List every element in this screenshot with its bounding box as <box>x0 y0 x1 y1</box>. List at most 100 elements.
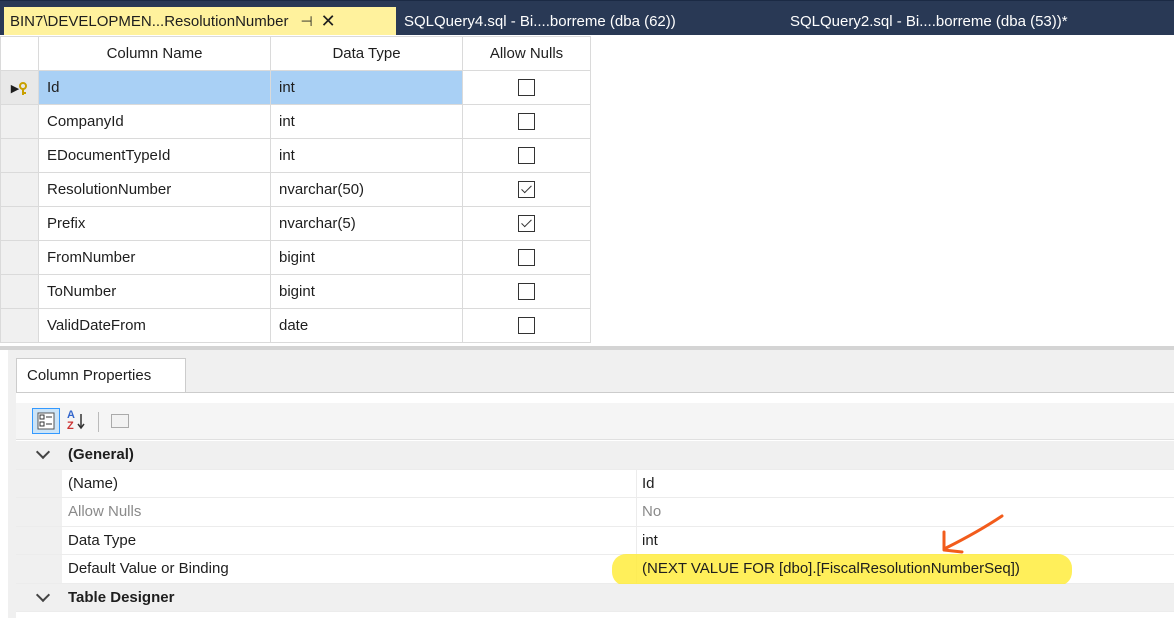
property-grid: A Z (General) (Name) Id Allow Nulls No Data T… <box>16 392 1174 619</box>
row-selector-header <box>0 36 39 71</box>
property-divider <box>636 526 637 554</box>
sort-alphabetical-icon: A Z <box>67 410 85 432</box>
tab-column-properties[interactable]: Column Properties <box>16 358 186 392</box>
data-type-cell[interactable]: bigint <box>270 274 463 309</box>
table-row[interactable]: ToNumber bigint <box>0 274 591 309</box>
property-value[interactable]: Id <box>642 475 655 492</box>
property-pages-icon <box>111 414 129 428</box>
pin-icon[interactable]: ⊣ <box>300 13 312 30</box>
row-selector[interactable] <box>0 274 39 309</box>
grid-header-row: Column Name Data Type Allow Nulls <box>0 36 591 71</box>
property-pages-button[interactable] <box>106 408 134 434</box>
row-selector[interactable] <box>0 240 39 275</box>
categorized-icon <box>37 412 55 430</box>
data-type-cell[interactable]: nvarchar(5) <box>270 206 463 241</box>
property-category[interactable]: (General) <box>16 441 1174 470</box>
document-tab-strip: BIN7\DEVELOPMEN...ResolutionNumber ⊣ ✕ S… <box>0 0 1174 35</box>
property-gutter <box>16 526 62 554</box>
property-divider <box>636 469 637 497</box>
row-selector[interactable] <box>0 104 39 139</box>
table-row[interactable]: EDocumentTypeId int <box>0 138 591 173</box>
allow-nulls-checkbox[interactable] <box>518 79 535 97</box>
column-name-cell[interactable]: EDocumentTypeId <box>38 138 271 173</box>
row-selector[interactable] <box>0 138 39 173</box>
property-label: Default Value or Binding <box>68 560 229 577</box>
allow-nulls-checkbox[interactable] <box>518 283 535 301</box>
chevron-down-icon[interactable] <box>35 444 51 460</box>
allow-nulls-checkbox[interactable] <box>518 215 535 233</box>
data-type-cell[interactable]: bigint <box>270 240 463 275</box>
property-label: (Name) <box>68 474 119 492</box>
column-grid: Column Name Data Type Allow Nulls ▶ Id int… <box>0 36 591 343</box>
row-selector[interactable]: ▶ <box>0 70 39 105</box>
allow-nulls-checkbox[interactable] <box>518 317 535 335</box>
allow-nulls-cell <box>462 240 591 275</box>
allow-nulls-cell <box>462 172 591 207</box>
data-type-cell[interactable]: int <box>270 104 463 139</box>
allow-nulls-cell <box>462 274 591 309</box>
table-row[interactable]: Prefix nvarchar(5) <box>0 206 591 241</box>
property-gutter <box>16 498 62 526</box>
table-row[interactable]: FromNumber bigint <box>0 240 591 275</box>
property-row[interactable]: (Name) Id <box>16 469 1174 498</box>
table-row[interactable]: ResolutionNumber nvarchar(50) <box>0 172 591 207</box>
column-name-cell[interactable]: CompanyId <box>38 104 271 139</box>
property-gutter <box>16 555 62 583</box>
property-label: (General) <box>68 446 134 463</box>
property-gutter <box>16 469 62 497</box>
column-name-cell[interactable]: ValidDateFrom <box>38 308 271 343</box>
table-row[interactable]: CompanyId int <box>0 104 591 139</box>
tab-sqlquery4[interactable]: SQLQuery4.sql - Bi....borreme (dba (62)) <box>396 7 684 35</box>
allow-nulls-checkbox[interactable] <box>518 147 535 165</box>
chevron-down-icon[interactable] <box>35 587 51 602</box>
left-margin <box>0 350 8 618</box>
row-selector[interactable] <box>0 206 39 241</box>
column-name-cell[interactable]: ToNumber <box>38 274 271 309</box>
annotation-arrow-icon <box>942 514 1004 554</box>
alphabetical-button[interactable]: A Z <box>62 408 90 434</box>
tab-title: BIN7\DEVELOPMEN...ResolutionNumber <box>10 12 289 30</box>
tab-label: Column Properties <box>27 367 152 384</box>
row-selector[interactable] <box>0 308 39 343</box>
data-type-cell[interactable]: nvarchar(50) <box>270 172 463 207</box>
categorized-button[interactable] <box>32 408 60 434</box>
table-row[interactable]: ValidDateFrom date <box>0 308 591 343</box>
allow-nulls-checkbox[interactable] <box>518 249 535 267</box>
property-label: Allow Nulls <box>68 503 142 520</box>
row-selector[interactable] <box>0 172 39 207</box>
toolbar-separator <box>98 412 99 432</box>
data-type-cell[interactable]: date <box>270 308 463 343</box>
column-name-cell[interactable]: Id <box>38 70 271 105</box>
tab-table-designer[interactable]: BIN7\DEVELOPMEN...ResolutionNumber ⊣ ✕ <box>4 7 396 35</box>
property-divider <box>636 498 637 526</box>
property-label: Table Designer <box>68 588 175 606</box>
allow-nulls-cell <box>462 206 591 241</box>
data-type-cell[interactable]: int <box>270 70 463 105</box>
data-type-cell[interactable]: int <box>270 138 463 173</box>
tab-title: SQLQuery4.sql - Bi....borreme (dba (62)) <box>404 12 676 30</box>
allow-nulls-cell <box>462 104 591 139</box>
allow-nulls-cell <box>462 308 591 343</box>
table-row[interactable]: ▶ Id int <box>0 70 591 105</box>
allow-nulls-checkbox[interactable] <box>518 181 535 199</box>
property-value[interactable]: No <box>642 503 661 520</box>
property-value[interactable]: int <box>642 532 658 549</box>
allow-nulls-header[interactable]: Allow Nulls <box>462 36 591 71</box>
data-type-header[interactable]: Data Type <box>270 36 463 71</box>
column-name-cell[interactable]: FromNumber <box>38 240 271 275</box>
property-toolbar: A Z <box>16 403 1174 440</box>
column-name-cell[interactable]: Prefix <box>38 206 271 241</box>
tab-title: SQLQuery2.sql - Bi....borreme (dba (53))… <box>790 12 1068 30</box>
property-row[interactable]: Default Value or Binding (NEXT VALUE FOR … <box>16 554 1174 586</box>
allow-nulls-cell <box>462 138 591 173</box>
tab-sqlquery2[interactable]: SQLQuery2.sql - Bi....borreme (dba (53))… <box>782 7 1076 35</box>
property-category[interactable]: Table Designer <box>16 583 1174 612</box>
property-value[interactable]: (NEXT VALUE FOR [dbo].[FiscalResolutionN… <box>642 560 1020 577</box>
column-properties-area: Column Properties A Z (General) (Name) I… <box>0 350 1174 619</box>
column-name-cell[interactable]: ResolutionNumber <box>38 172 271 207</box>
allow-nulls-cell <box>462 70 591 105</box>
close-icon[interactable]: ✕ <box>321 12 336 30</box>
allow-nulls-checkbox[interactable] <box>518 113 535 131</box>
column-name-header[interactable]: Column Name <box>38 36 271 71</box>
primary-key-icon: ▶ <box>11 82 28 96</box>
